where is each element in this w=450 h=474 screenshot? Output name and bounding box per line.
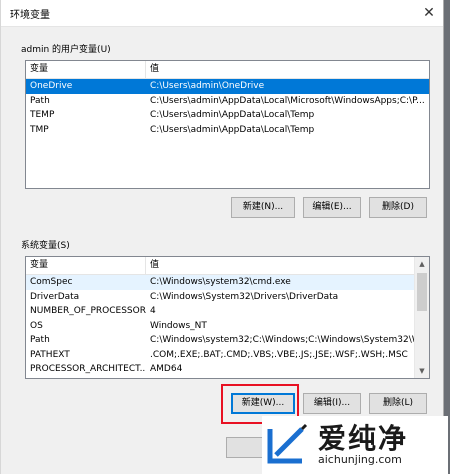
variable-value: C:\Users\admin\AppData\Local\Temp [150, 110, 315, 120]
scrollbar-thumb[interactable] [417, 273, 427, 311]
environment-variables-dialog: 环境变量 ✕ admin 的用户变量(U) 变量 值 OneDrive C:\U… [0, 0, 444, 474]
column-header-variable[interactable]: 变量 [26, 257, 146, 274]
list-item[interactable]: OneDrive C:\Users\admin\OneDrive [26, 79, 429, 94]
list-item[interactable]: OS Windows_NT [26, 319, 414, 334]
list-item[interactable]: Path C:\Users\admin\AppData\Local\Micros… [26, 94, 429, 109]
variable-name: ComSpec [30, 277, 73, 287]
list-item[interactable]: TEMP C:\Users\admin\AppData\Local\Temp [26, 108, 429, 123]
variable-name: Path [30, 335, 50, 345]
watermark-chinese-text: 爱纯净 [318, 422, 409, 455]
aichunjing-logo-icon [267, 423, 308, 464]
list-item[interactable]: TMP C:\Users\admin\AppData\Local\Temp [26, 123, 429, 138]
variable-value: C:\Windows\system32\cmd.exe [150, 277, 291, 287]
user-variables-label: admin 的用户变量(U) [21, 45, 111, 55]
window-title: 环境变量 [10, 10, 50, 21]
system-variables-list[interactable]: 变量 值 ComSpec C:\Windows\system32\cmd.exe… [25, 256, 430, 379]
column-header-value[interactable]: 值 [146, 61, 159, 78]
list-header: 变量 值 [26, 61, 429, 79]
variable-value: C:\Users\admin\AppData\Local\Microsoft\W… [150, 95, 425, 106]
list-item[interactable]: ComSpec C:\Windows\system32\cmd.exe [26, 275, 414, 290]
system-variables-label: 系统变量(S) [21, 241, 70, 251]
variable-name: OS [30, 320, 43, 331]
vertical-scrollbar[interactable]: ▲ ▼ [414, 257, 429, 378]
list-item[interactable]: Path C:\Windows\system32;C:\Windows;C:\W… [26, 333, 414, 348]
variable-value: 4 [150, 306, 156, 316]
variable-name: PATHEXT [30, 349, 70, 360]
user-new-button[interactable]: 新建(N)... [231, 197, 295, 218]
column-header-variable[interactable]: 变量 [26, 61, 146, 78]
variable-value: C:\Windows\system32;C:\Windows;C:\Window… [150, 335, 414, 345]
variable-value: .COM;.EXE;.BAT;.CMD;.VBS;.VBE;.JS;.JSE;.… [150, 349, 408, 360]
variable-name: Path [30, 95, 50, 106]
variable-name: TEMP [30, 110, 55, 120]
user-delete-button[interactable]: 删除(D) [369, 197, 427, 218]
variable-value: C:\Windows\System32\Drivers\DriverData [150, 291, 339, 302]
watermark-url-text: aichunjing.com [318, 453, 402, 466]
system-delete-button[interactable]: 删除(L) [369, 393, 427, 414]
chevron-down-icon[interactable]: ▼ [415, 364, 429, 378]
chevron-up-icon[interactable]: ▲ [415, 257, 429, 271]
watermark: 爱纯净 aichunjing.com [262, 416, 448, 474]
close-icon[interactable]: ✕ [415, 0, 443, 25]
variable-value: C:\Users\admin\OneDrive [150, 81, 265, 91]
variable-value: C:\Users\admin\AppData\Local\Temp [150, 124, 315, 135]
title-bar: 环境变量 ✕ [1, 0, 443, 27]
system-edit-button[interactable]: 编辑(I)... [303, 393, 361, 414]
variable-name: OneDrive [30, 81, 73, 91]
list-item[interactable]: DriverData C:\Windows\System32\Drivers\D… [26, 290, 414, 305]
list-header: 变量 值 [26, 257, 429, 275]
variable-value: AMD64 [150, 364, 183, 374]
variable-name: PROCESSOR_ARCHITECT... [30, 364, 146, 374]
column-header-value[interactable]: 值 [146, 257, 159, 274]
list-item[interactable]: NUMBER_OF_PROCESSORS 4 [26, 304, 414, 319]
variable-name: NUMBER_OF_PROCESSORS [30, 306, 146, 316]
variable-name: DriverData [30, 291, 80, 302]
user-edit-button[interactable]: 编辑(E)... [303, 197, 361, 218]
variable-name: TMP [30, 124, 49, 135]
list-item[interactable]: PATHEXT .COM;.EXE;.BAT;.CMD;.VBS;.VBE;.J… [26, 348, 414, 363]
user-variables-list[interactable]: 变量 值 OneDrive C:\Users\admin\OneDrive Pa… [25, 60, 430, 189]
variable-value: Windows_NT [150, 320, 207, 331]
list-item[interactable]: PROCESSOR_ARCHITECT... AMD64 [26, 362, 414, 377]
